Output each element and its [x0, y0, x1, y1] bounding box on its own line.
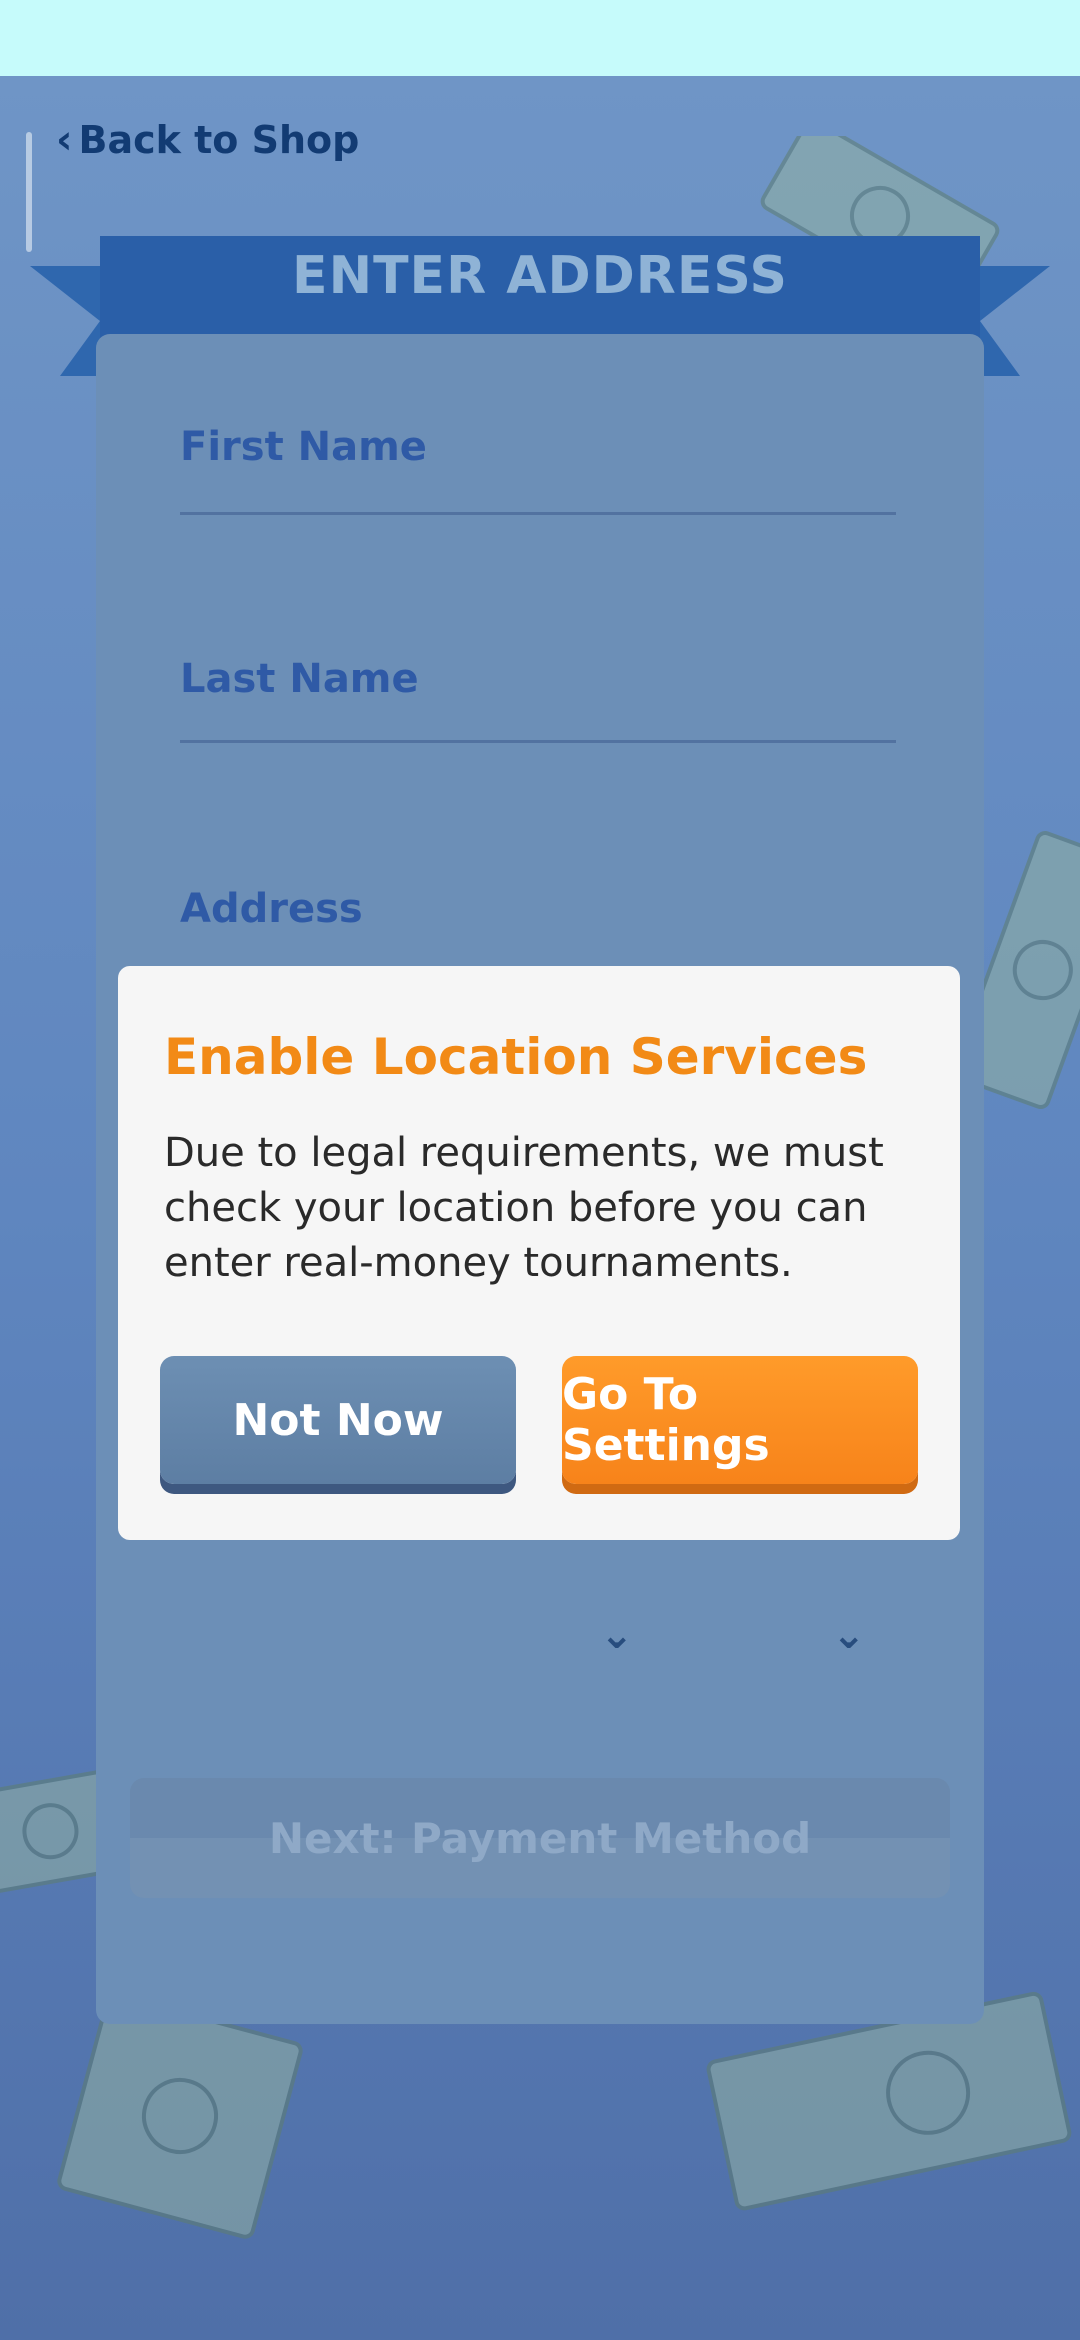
go-to-settings-label: Go To Settings: [562, 1369, 770, 1471]
not-now-button[interactable]: Not Now: [160, 1356, 516, 1484]
go-to-settings-button[interactable]: Go To Settings: [562, 1356, 918, 1484]
not-now-label: Not Now: [232, 1394, 444, 1446]
dialog-message: Due to legal requirements, we must check…: [164, 1130, 884, 1286]
location-services-dialog: Enable Location Services Due to legal re…: [118, 966, 960, 1540]
dialog-title: Enable Location Services: [164, 1028, 868, 1086]
status-bar: [0, 0, 1080, 76]
